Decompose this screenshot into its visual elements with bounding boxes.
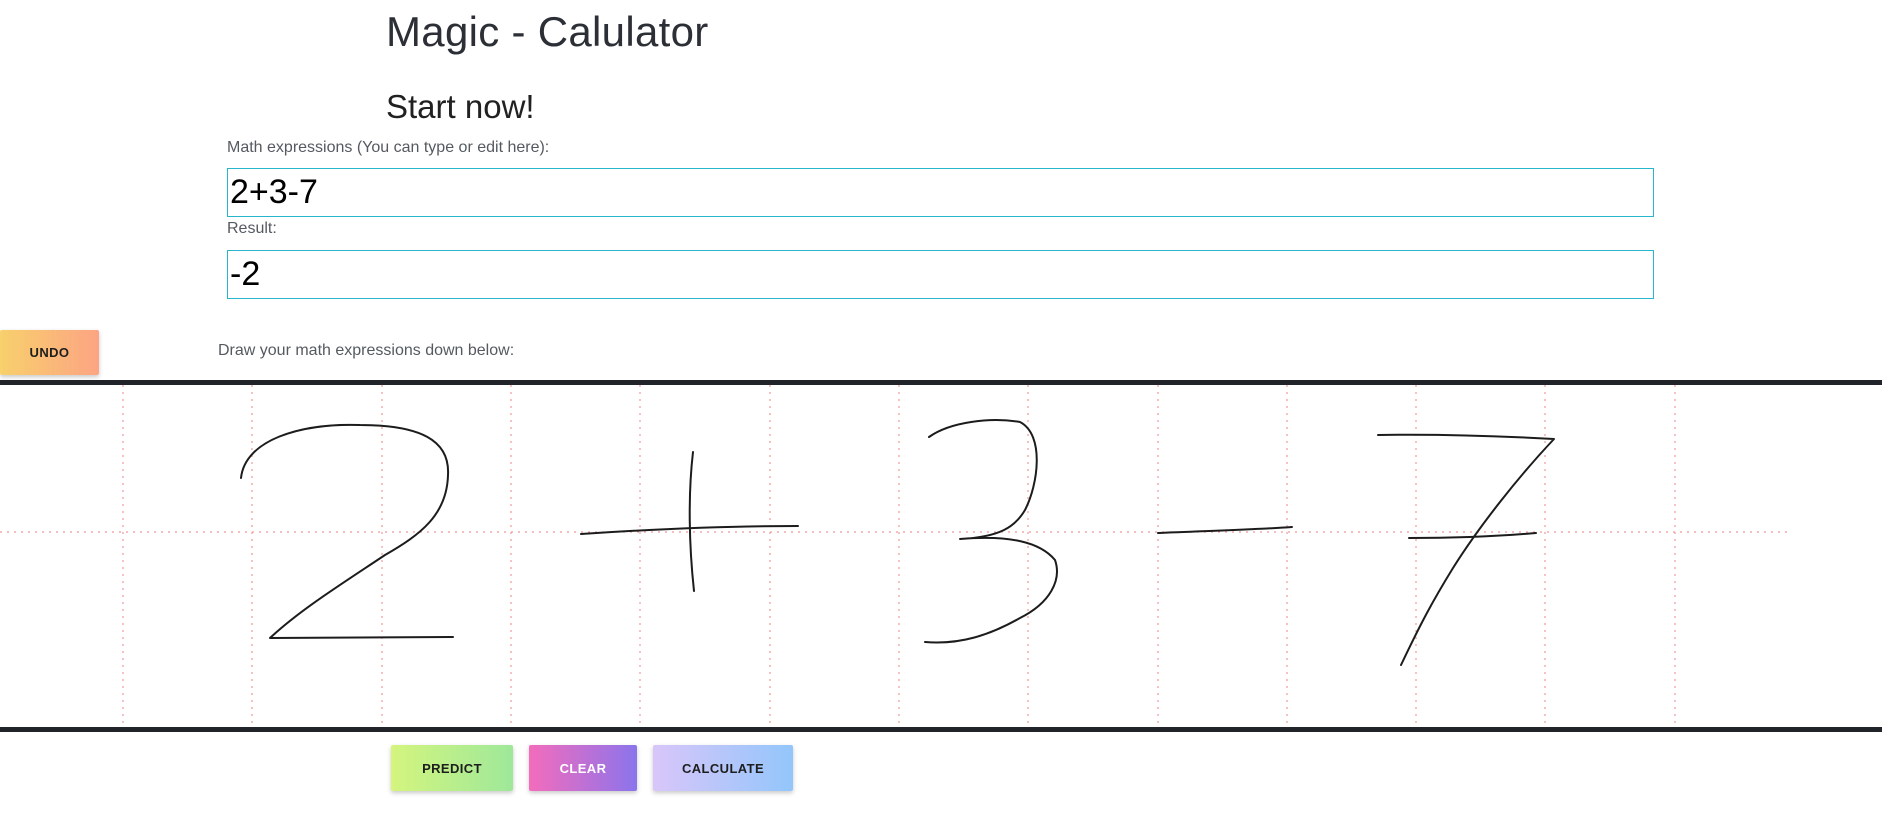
stroke-plus-vertical [688, 451, 695, 592]
draw-instruction: Draw your math expressions down below: [218, 342, 515, 359]
predict-button[interactable]: PREDICT [391, 745, 513, 791]
expression-input[interactable] [227, 168, 1654, 217]
drawing-canvas[interactable] [0, 380, 1882, 732]
stroke-seven-top [1377, 433, 1555, 666]
result-label: Result: [227, 220, 277, 237]
guide-grid [0, 385, 1790, 727]
drawing-surface[interactable] [0, 385, 1882, 727]
stroke-digit-3 [924, 419, 1058, 644]
start-heading: Start now! [386, 88, 535, 125]
handwritten-strokes [240, 419, 1555, 666]
calculate-button[interactable]: CALCULATE [653, 745, 793, 791]
stroke-seven-crossbar [1408, 532, 1537, 539]
stroke-digit-2 [240, 423, 454, 639]
result-input[interactable] [227, 250, 1654, 299]
magic-calculator-app: Magic - Calulator Start now! Math expres… [0, 0, 1882, 826]
page-title: Magic - Calulator [386, 8, 709, 55]
clear-button[interactable]: CLEAR [529, 745, 637, 791]
undo-button[interactable]: UNDO [0, 330, 99, 375]
expression-label: Math expressions (You can type or edit h… [227, 139, 550, 156]
